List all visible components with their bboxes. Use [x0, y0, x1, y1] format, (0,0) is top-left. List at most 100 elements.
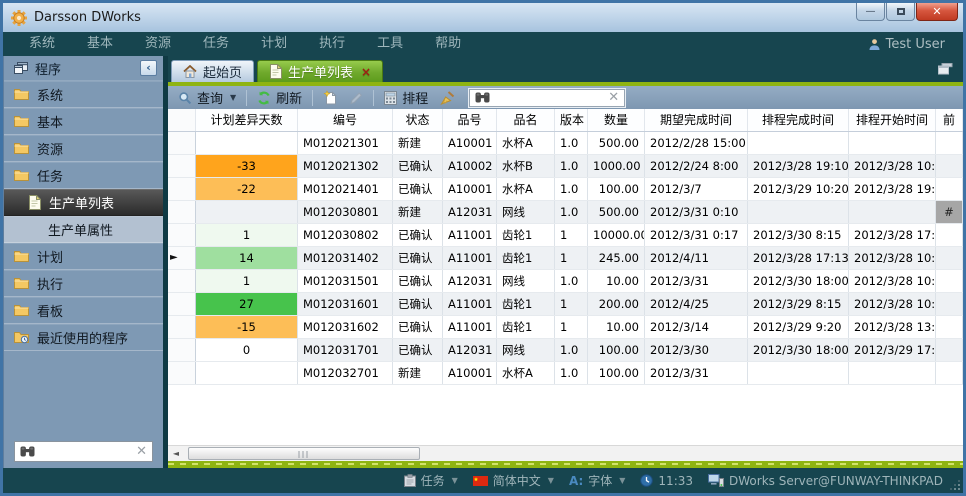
table-row[interactable]: -22M012021401已确认A10001水杯A1.0100.002012/3… — [168, 178, 963, 201]
cell-extra — [936, 247, 963, 269]
menu-item-1[interactable]: 基本 — [71, 32, 129, 56]
toolbar-new-button[interactable] — [320, 88, 341, 108]
tab-1[interactable]: 生产单列表× — [257, 60, 383, 82]
cell-expect: 2012/3/31 — [645, 362, 748, 384]
clear-icon[interactable]: ✕ — [136, 445, 147, 458]
tab-0[interactable]: 起始页 — [171, 60, 254, 82]
status-item-0[interactable]: 任务▼ — [404, 472, 458, 489]
resize-grip[interactable] — [958, 488, 960, 490]
column-header-3[interactable]: 品号 — [443, 109, 497, 131]
cell-item_no: A10001 — [443, 362, 497, 384]
menu-item-7[interactable]: 帮助 — [419, 32, 477, 56]
cell-item_name: 齿轮1 — [497, 224, 555, 246]
cell-status: 已确认 — [393, 339, 443, 361]
sidebar-item-3[interactable]: 任务 — [4, 162, 163, 189]
chevron-down-icon: ▼ — [452, 476, 458, 485]
cell-item_no: A11001 — [443, 316, 497, 338]
menu-item-0[interactable]: 系统 — [13, 32, 71, 56]
sidebar-item-8[interactable]: 看板 — [4, 297, 163, 324]
table-row[interactable]: M012030801新建A12031网线1.0500.002012/3/31 0… — [168, 201, 963, 224]
float-window-icon[interactable] — [938, 63, 953, 75]
maximize-button[interactable] — [886, 3, 915, 21]
sidebar-item-6[interactable]: 计划 — [4, 243, 163, 270]
cell-status: 新建 — [393, 362, 443, 384]
column-header-8[interactable]: 排程完成时间 — [748, 109, 849, 131]
home-icon — [183, 65, 197, 78]
column-header-2[interactable]: 状态 — [393, 109, 443, 131]
column-header-9[interactable]: 排程开始时间 — [849, 109, 936, 131]
current-row-marker-icon: ► — [170, 252, 178, 263]
horizontal-scrollbar[interactable]: ◄ — [168, 445, 963, 461]
column-header-5[interactable]: 版本 — [555, 109, 588, 131]
cell-status: 已确认 — [393, 224, 443, 246]
toolbar-edit-button[interactable] — [346, 88, 366, 108]
minimize-button[interactable]: — — [856, 3, 885, 21]
user-badge[interactable]: Test User — [868, 37, 953, 52]
column-header-0[interactable]: 计划差异天数 — [196, 109, 298, 131]
table-row[interactable]: -15M012031602已确认A11001齿轮1110.002012/3/14… — [168, 316, 963, 339]
sidebar-item-9[interactable]: 最近使用的程序 — [4, 324, 163, 351]
cell-expect: 2012/4/25 — [645, 293, 748, 315]
table-row[interactable]: 0M012031701已确认A12031网线1.0100.002012/3/30… — [168, 339, 963, 362]
chevron-down-icon: ▼ — [619, 476, 625, 485]
menu-item-6[interactable]: 工具 — [361, 32, 419, 56]
status-item-2[interactable]: A:字体▼ — [569, 472, 625, 489]
folder-icon — [14, 142, 29, 154]
table-row[interactable]: 27M012031601已确认A11001齿轮11200.002012/4/25… — [168, 293, 963, 316]
sidebar-item-2[interactable]: 资源 — [4, 135, 163, 162]
menu-item-2[interactable]: 资源 — [129, 32, 187, 56]
column-header-4[interactable]: 品名 — [497, 109, 555, 131]
cell-item_name: 齿轮1 — [497, 316, 555, 338]
cell-code: M012032701 — [298, 362, 393, 384]
scrollbar-thumb[interactable] — [188, 447, 420, 460]
maximize-icon — [897, 8, 905, 15]
table-row[interactable]: 1M012030802已确认A11001齿轮1110000.002012/3/3… — [168, 224, 963, 247]
table-row[interactable]: M012032701新建A10001水杯A1.0100.002012/3/31 — [168, 362, 963, 385]
toolbar-schedule-button[interactable]: 排程 — [381, 88, 431, 108]
tab-close-icon[interactable]: × — [361, 65, 371, 79]
status-item-1[interactable]: 简体中文▼ — [473, 472, 554, 489]
table-row[interactable]: -33M012021302已确认A10002水杯B1.01000.002012/… — [168, 155, 963, 178]
toolbar-separator — [312, 90, 313, 106]
toolbar-query-button[interactable]: 查询▼ — [175, 88, 239, 108]
cell-sched_end: 2012/3/29 10:20 — [748, 178, 849, 200]
cell-extra — [936, 270, 963, 292]
column-header-6[interactable]: 数量 — [588, 109, 645, 131]
column-header-7[interactable]: 期望完成时间 — [645, 109, 748, 131]
scroll-left-arrow[interactable]: ◄ — [168, 446, 184, 461]
toolbar-search-input[interactable] — [495, 91, 603, 105]
column-header-1[interactable]: 编号 — [298, 109, 393, 131]
menu-item-5[interactable]: 执行 — [303, 32, 361, 56]
toolbar-refresh-button[interactable]: 刷新 — [254, 88, 305, 108]
sidebar-item-1[interactable]: 基本 — [4, 108, 163, 135]
cell-code: M012031602 — [298, 316, 393, 338]
cell-qty: 500.00 — [588, 201, 645, 223]
column-header-10[interactable]: 前 — [936, 109, 963, 131]
sidebar-item-4[interactable]: 生产单列表 — [4, 189, 163, 216]
cell-diff: 27 — [196, 293, 298, 315]
tab-strip: 起始页生产单列表× — [168, 56, 963, 82]
cell-qty: 500.00 — [588, 132, 645, 154]
sidebar-collapse-button[interactable]: ‹ — [140, 60, 157, 76]
cell-status: 已确认 — [393, 178, 443, 200]
menu-item-3[interactable]: 任务 — [187, 32, 245, 56]
cell-sched_start — [849, 132, 936, 154]
menu-item-4[interactable]: 计划 — [245, 32, 303, 56]
clear-icon[interactable]: ✕ — [608, 91, 619, 104]
table-row[interactable]: ►14M012031402已确认A11001齿轮11245.002012/4/1… — [168, 247, 963, 270]
toolbar-clear-button[interactable] — [436, 88, 459, 108]
sidebar-search-input[interactable] — [40, 445, 131, 459]
sidebar-item-0[interactable]: 系统 — [4, 81, 163, 108]
cell-version: 1.0 — [555, 339, 588, 361]
font-icon: A: — [569, 474, 583, 488]
sidebar-item-7[interactable]: 执行 — [4, 270, 163, 297]
sidebar-item-5[interactable]: 生产单属性 — [4, 216, 163, 243]
page-icon — [28, 195, 41, 210]
table-row[interactable]: 1M012031501已确认A12031网线1.010.002012/3/312… — [168, 270, 963, 293]
folder-clock-icon — [14, 331, 29, 344]
sidebar-item-label: 生产单属性 — [48, 220, 113, 239]
close-button[interactable]: ✕ — [916, 3, 958, 21]
table-row[interactable]: M012021301新建A10001水杯A1.0500.002012/2/28 … — [168, 132, 963, 155]
sidebar-item-label: 执行 — [37, 274, 63, 293]
cell-expect: 2012/3/31 0:17 — [645, 224, 748, 246]
